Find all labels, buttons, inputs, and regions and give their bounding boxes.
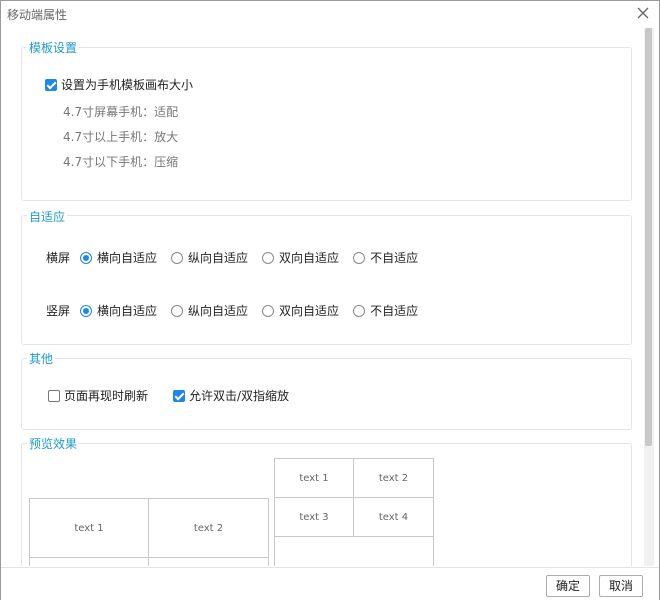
dialog-title: 移动端属性 bbox=[7, 8, 68, 22]
scrollbar-thumb[interactable] bbox=[645, 28, 652, 446]
option-label: 纵向自适应 bbox=[188, 304, 249, 318]
portrait-label: 竖屏 bbox=[46, 304, 71, 318]
vertical-scrollbar[interactable] bbox=[644, 28, 654, 566]
hint-compress: 4.7寸以下手机：压缩 bbox=[63, 155, 179, 169]
option-label: 横向自适应 bbox=[97, 251, 158, 265]
landscape-option-vertical[interactable]: 纵向自适应 bbox=[171, 249, 248, 266]
phone-template-checkbox-label: 设置为手机模板画布大小 bbox=[61, 78, 194, 92]
radio-button[interactable] bbox=[171, 251, 184, 264]
preview-right-cell-4: text 4 bbox=[353, 497, 434, 537]
preview-left-cell-empty bbox=[29, 557, 149, 566]
radio-button[interactable] bbox=[353, 304, 366, 317]
preview-left-cell-2: text 2 bbox=[148, 498, 269, 558]
portrait-option-horizontal[interactable]: 横向自适应 bbox=[80, 302, 157, 319]
refresh-checkbox-row[interactable]: 页面再现时刷新 bbox=[48, 387, 148, 404]
adaptive-group bbox=[21, 215, 632, 345]
portrait-row: 竖屏 横向自适应 纵向自适应 双向自适应 不自适应 bbox=[46, 302, 432, 319]
portrait-option-both[interactable]: 双向自适应 bbox=[262, 302, 339, 319]
preview-right-cell-empty bbox=[274, 536, 434, 566]
option-label: 不自适应 bbox=[370, 251, 419, 265]
landscape-row: 横屏 横向自适应 纵向自适应 双向自适应 不自适应 bbox=[46, 249, 432, 266]
cancel-button[interactable]: 取消 bbox=[599, 575, 643, 597]
landscape-option-both[interactable]: 双向自适应 bbox=[262, 249, 339, 266]
radio-button[interactable] bbox=[262, 251, 275, 264]
mobile-properties-dialog: 移动端属性 模板设置 设置为手机模板画布大小 4.7寸屏幕手机：适配 4.7寸以… bbox=[0, 0, 660, 600]
refresh-checkbox-label: 页面再现时刷新 bbox=[64, 389, 149, 403]
preview-right-cell-3: text 3 bbox=[274, 497, 354, 537]
title-bar: 移动端属性 bbox=[1, 1, 659, 27]
zoom-checkbox[interactable] bbox=[173, 389, 185, 402]
close-icon[interactable] bbox=[635, 5, 651, 21]
template-settings-title: 模板设置 bbox=[27, 39, 80, 56]
dialog-footer: 确定 取消 bbox=[1, 567, 659, 600]
hint-enlarge: 4.7寸以上手机：放大 bbox=[63, 130, 179, 144]
radio-button[interactable] bbox=[262, 304, 275, 317]
radio-button[interactable] bbox=[80, 304, 93, 317]
zoom-checkbox-label: 允许双击/双指缩放 bbox=[189, 389, 290, 403]
option-label: 双向自适应 bbox=[279, 304, 340, 318]
radio-button[interactable] bbox=[171, 304, 184, 317]
preview-right-cell-2: text 2 bbox=[353, 458, 434, 498]
phone-template-checkbox[interactable] bbox=[45, 78, 57, 91]
radio-button[interactable] bbox=[353, 251, 366, 264]
portrait-option-none[interactable]: 不自适应 bbox=[353, 302, 418, 319]
template-settings-group bbox=[21, 47, 632, 201]
preview-title: 预览效果 bbox=[27, 435, 80, 452]
landscape-option-horizontal[interactable]: 横向自适应 bbox=[80, 249, 157, 266]
option-label: 纵向自适应 bbox=[188, 251, 249, 265]
portrait-option-vertical[interactable]: 纵向自适应 bbox=[171, 302, 248, 319]
option-label: 不自适应 bbox=[370, 304, 419, 318]
hint-fit: 4.7寸屏幕手机：适配 bbox=[63, 105, 179, 119]
other-title: 其他 bbox=[27, 350, 56, 367]
preview-left-cell-empty bbox=[148, 557, 269, 566]
option-label: 横向自适应 bbox=[97, 304, 158, 318]
radio-button[interactable] bbox=[80, 251, 93, 264]
landscape-label: 横屏 bbox=[46, 251, 71, 265]
phone-template-checkbox-row[interactable]: 设置为手机模板画布大小 bbox=[45, 76, 193, 93]
dialog-content: 模板设置 设置为手机模板画布大小 4.7寸屏幕手机：适配 4.7寸以上手机：放大… bbox=[9, 28, 642, 566]
preview-right-cell-1: text 1 bbox=[274, 458, 354, 498]
ok-button[interactable]: 确定 bbox=[546, 575, 590, 597]
landscape-option-none[interactable]: 不自适应 bbox=[353, 249, 418, 266]
adaptive-title: 自适应 bbox=[27, 208, 68, 225]
zoom-checkbox-row[interactable]: 允许双击/双指缩放 bbox=[173, 387, 289, 404]
refresh-checkbox[interactable] bbox=[48, 389, 60, 402]
option-label: 双向自适应 bbox=[279, 251, 340, 265]
preview-left-cell-1: text 1 bbox=[29, 498, 149, 558]
